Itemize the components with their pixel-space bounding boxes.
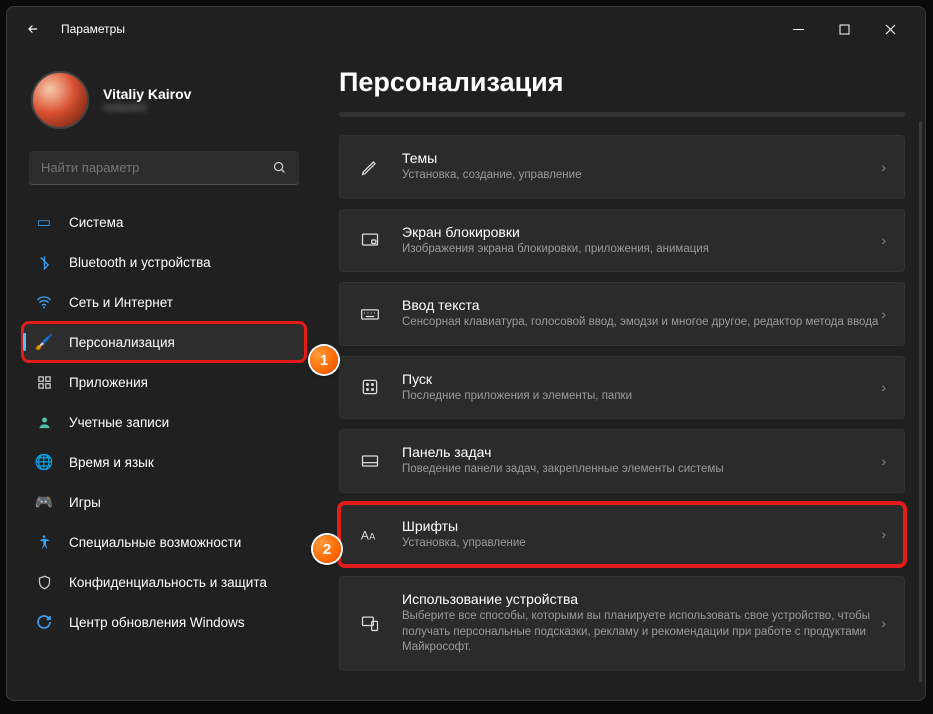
chevron-right-icon: › [881, 526, 886, 542]
search-field[interactable] [41, 160, 272, 175]
sidebar-item-network[interactable]: Сеть и Интернет [23, 283, 305, 321]
apps-icon [35, 373, 53, 391]
sidebar-item-privacy[interactable]: Конфиденциальность и защита [23, 563, 305, 601]
brush-icon: 🖌️ [35, 333, 53, 351]
card-sub: Изображения экрана блокировки, приложени… [402, 242, 881, 258]
nav: ▭ Система Bluetooth и устройства Сеть и И… [23, 203, 305, 641]
window-controls [775, 13, 913, 45]
sidebar-item-label: Сеть и Интернет [69, 295, 173, 310]
card-start[interactable]: Пуск Последние приложения и элементы, пап… [339, 356, 905, 420]
maximize-button[interactable] [821, 13, 867, 45]
user-block[interactable]: Vitaliy Kairov redacted [31, 71, 305, 129]
wifi-icon [35, 293, 53, 311]
chevron-right-icon: › [881, 232, 886, 248]
sidebar-item-apps[interactable]: Приложения [23, 363, 305, 401]
sidebar-item-bluetooth[interactable]: Bluetooth и устройства [23, 243, 305, 281]
window-title: Параметры [61, 22, 125, 36]
user-email: redacted [103, 102, 191, 114]
card-themes[interactable]: Темы Установка, создание, управление › [339, 135, 905, 199]
card-title: Шрифты [402, 518, 881, 534]
chevron-right-icon: › [881, 159, 886, 175]
card-title: Использование устройства [402, 591, 881, 607]
chevron-right-icon: › [881, 453, 886, 469]
page-title: Персонализация [339, 67, 905, 98]
person-icon [35, 413, 53, 431]
annotation-badge-2: 2 [313, 535, 341, 563]
sidebar: Vitaliy Kairov redacted ▭ Система Bluetoo… [7, 51, 315, 700]
sidebar-item-label: Время и язык [69, 455, 154, 470]
card-title: Пуск [402, 371, 881, 387]
card-textinput[interactable]: Ввод текста Сенсорная клавиатура, голосов… [339, 282, 905, 346]
lockscreen-icon [358, 230, 382, 250]
bluetooth-icon [35, 253, 53, 271]
card-sub: Последние приложения и элементы, папки [402, 389, 881, 405]
sidebar-item-update[interactable]: Центр обновления Windows [23, 603, 305, 641]
chevron-right-icon: › [881, 306, 886, 322]
sidebar-item-system[interactable]: ▭ Система [23, 203, 305, 241]
card-sub: Установка, управление [402, 536, 881, 552]
card-title: Экран блокировки [402, 224, 881, 240]
sidebar-item-time[interactable]: 🌐 Время и язык [23, 443, 305, 481]
accessibility-icon [35, 533, 53, 551]
sidebar-item-accessibility[interactable]: Специальные возможности [23, 523, 305, 561]
content: Персонализация Темы Установка, создание, … [315, 51, 925, 700]
user-name: Vitaliy Kairov [103, 86, 191, 102]
keyboard-icon [358, 304, 382, 324]
sidebar-item-label: Игры [69, 495, 101, 510]
sidebar-item-label: Специальные возможности [69, 535, 241, 550]
chevron-right-icon: › [881, 379, 886, 395]
fonts-icon: AA [358, 523, 382, 545]
deviceusage-icon [358, 613, 382, 633]
gamepad-icon: 🎮 [35, 493, 53, 511]
card-deviceusage[interactable]: Использование устройства Выберите все спо… [339, 576, 905, 671]
taskbar-icon [358, 451, 382, 471]
card-sub: Поведение панели задач, закрепленные эле… [402, 462, 881, 478]
scrollbar[interactable] [919, 121, 922, 682]
sidebar-item-gaming[interactable]: 🎮 Игры [23, 483, 305, 521]
minimize-button[interactable] [775, 13, 821, 45]
card-lockscreen[interactable]: Экран блокировки Изображения экрана блоки… [339, 209, 905, 273]
sidebar-item-label: Учетные записи [69, 415, 169, 430]
divider [339, 112, 905, 117]
sidebar-item-personalization[interactable]: 🖌️ Персонализация [23, 323, 305, 361]
card-fonts[interactable]: AA Шрифты Установка, управление › [339, 503, 905, 567]
svg-text:A: A [369, 532, 376, 542]
avatar [31, 71, 89, 129]
chevron-right-icon: › [881, 615, 886, 631]
sidebar-item-label: Центр обновления Windows [69, 615, 245, 630]
back-button[interactable] [19, 15, 47, 43]
close-button[interactable] [867, 13, 913, 45]
card-title: Панель задач [402, 444, 881, 460]
card-sub: Сенсорная клавиатура, голосовой ввод, эм… [402, 315, 881, 331]
pen-icon [358, 157, 382, 177]
search-icon [272, 160, 287, 175]
sidebar-item-label: Персонализация [69, 335, 175, 350]
card-sub: Установка, создание, управление [402, 168, 881, 184]
start-icon [358, 377, 382, 397]
display-icon: ▭ [35, 213, 53, 231]
card-sub: Выберите все способы, которыми вы планир… [402, 609, 881, 656]
sidebar-item-label: Система [69, 215, 123, 230]
sidebar-item-accounts[interactable]: Учетные записи [23, 403, 305, 441]
update-icon [35, 613, 53, 631]
sidebar-item-label: Конфиденциальность и защита [69, 575, 267, 590]
card-title: Темы [402, 150, 881, 166]
shield-icon [35, 573, 53, 591]
search-input[interactable] [29, 151, 299, 185]
annotation-badge-1: 1 [310, 346, 338, 374]
card-title: Ввод текста [402, 297, 881, 313]
svg-text:A: A [361, 529, 369, 543]
titlebar: Параметры [7, 7, 925, 51]
clock-globe-icon: 🌐 [35, 453, 53, 471]
card-taskbar[interactable]: Панель задач Поведение панели задач, закр… [339, 429, 905, 493]
sidebar-item-label: Bluetooth и устройства [69, 255, 211, 270]
sidebar-item-label: Приложения [69, 375, 148, 390]
